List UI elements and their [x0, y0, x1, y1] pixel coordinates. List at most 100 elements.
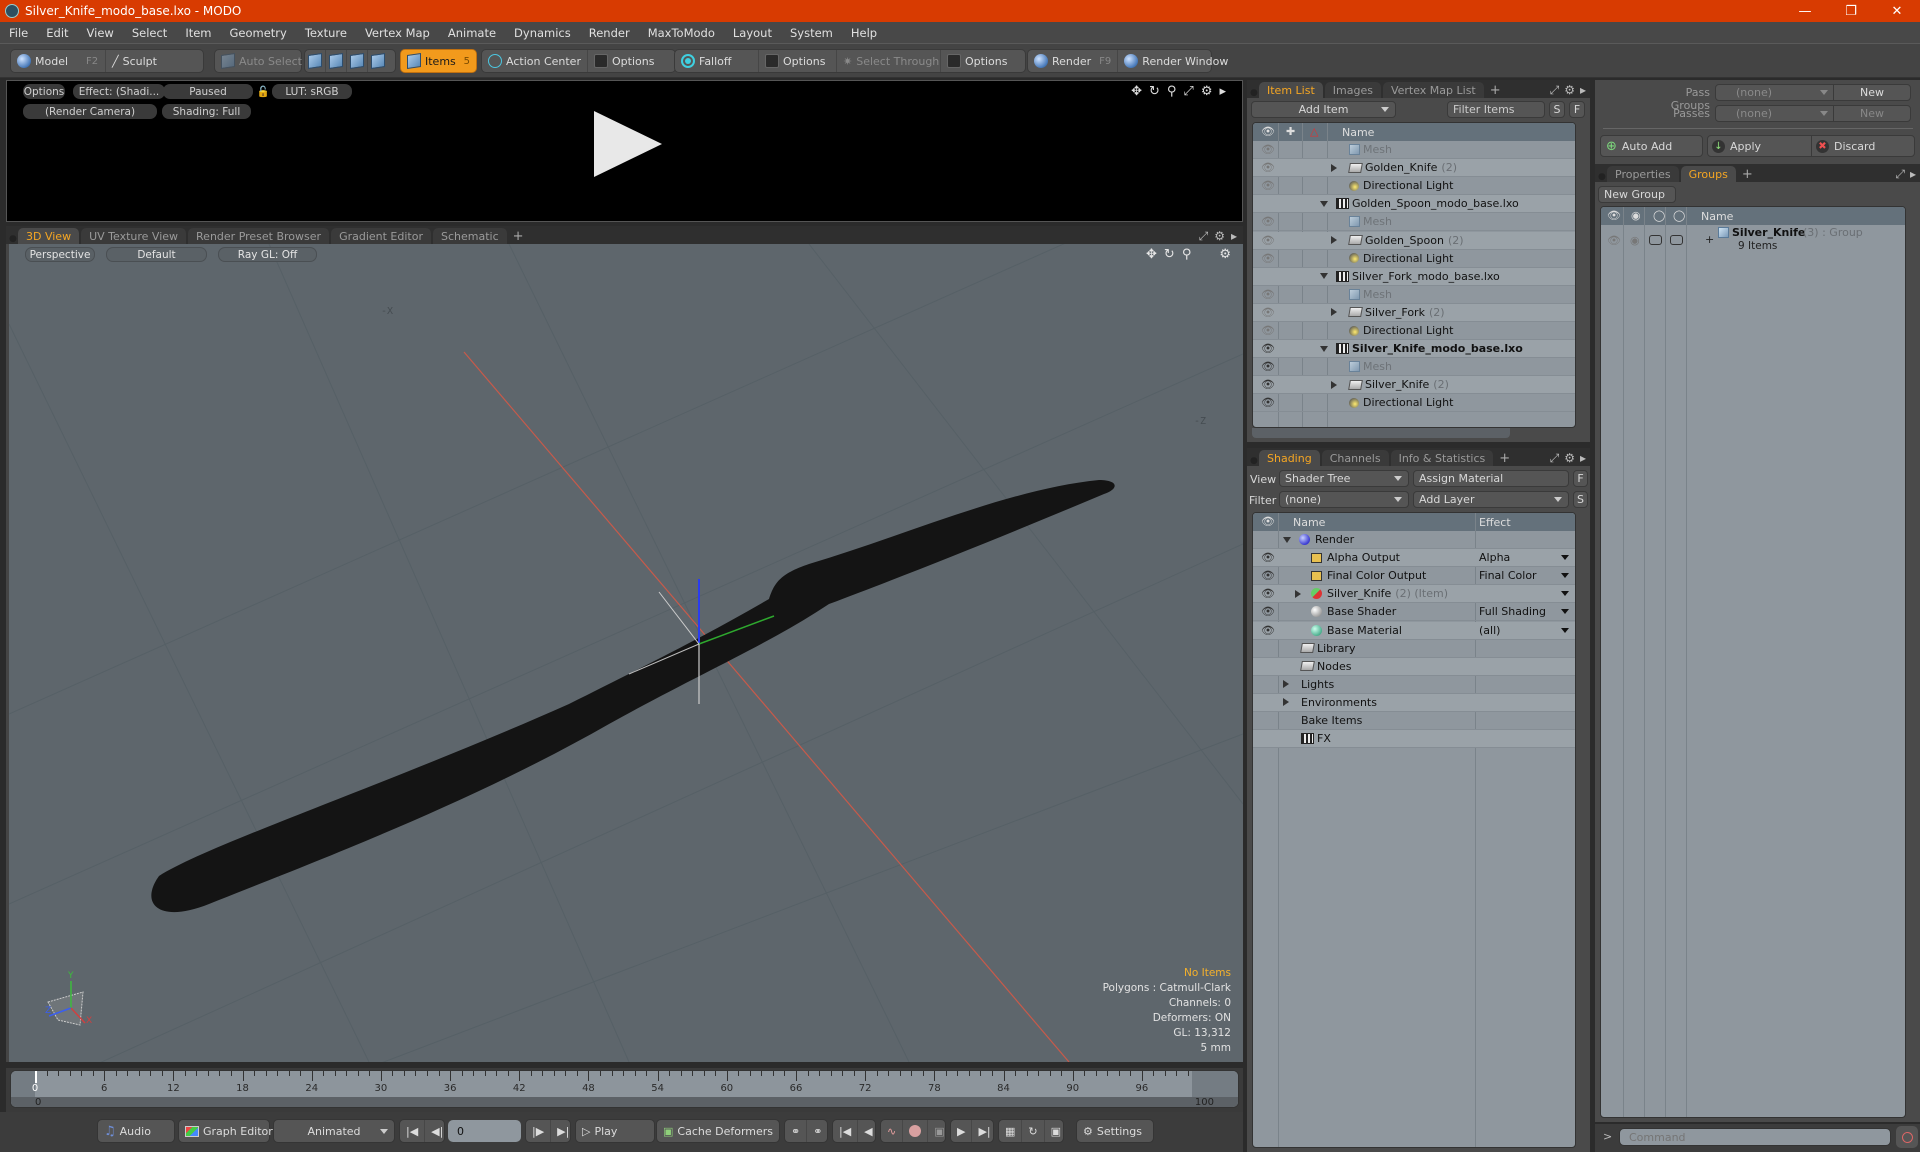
- panel-menu-icon[interactable]: ▸: [1219, 84, 1226, 99]
- select-column-icon[interactable]: ◯: [1673, 209, 1685, 222]
- menu-maxtomodo[interactable]: MaxToModo: [639, 26, 724, 40]
- shader-tree-row[interactable]: 👁 Base Material (all): [1253, 621, 1575, 640]
- lock-icon[interactable]: 🔓: [255, 84, 271, 99]
- gear-icon[interactable]: ⚙: [1201, 84, 1213, 99]
- passes-dropdown[interactable]: (none) New: [1715, 105, 1911, 122]
- effect-value[interactable]: Full Shading: [1479, 605, 1546, 618]
- action-center-button[interactable]: Action Center: [482, 50, 588, 72]
- render-window-button[interactable]: Render Window: [1118, 50, 1234, 72]
- item-list-row[interactable]: 👁 Silver_Knife_modo_base.lxo: [1253, 340, 1575, 359]
- menu-help[interactable]: Help: [842, 26, 886, 40]
- panel-menu-icon[interactable]: ▸: [1580, 451, 1586, 466]
- axis-column-icon[interactable]: △: [1310, 125, 1318, 138]
- shading-mode-dropdown[interactable]: Default: [106, 247, 207, 262]
- visibility-eye-icon[interactable]: 👁: [1261, 161, 1275, 174]
- play-button[interactable]: ▷ Play: [576, 1120, 623, 1142]
- next-key-button[interactable]: |▶: [526, 1120, 552, 1142]
- select-through-button[interactable]: ✷ Select Through: [837, 50, 941, 72]
- tab-uv-texture-view[interactable]: UV Texture View: [81, 228, 187, 244]
- raygl-toggle[interactable]: Ray GL: Off: [218, 247, 317, 262]
- effect-dropdown-arrow-icon[interactable]: [1561, 627, 1569, 633]
- new-pass-group-button[interactable]: New: [1833, 85, 1910, 100]
- effect-dropdown-arrow-icon[interactable]: [1561, 609, 1569, 615]
- go-to-end-button[interactable]: ▶|: [551, 1120, 575, 1142]
- paused-toggle[interactable]: Paused: [163, 84, 253, 99]
- add-tab-button[interactable]: +: [1486, 83, 1505, 98]
- add-layer-dropdown[interactable]: Add Layer: [1413, 491, 1569, 508]
- visibility-column-icon[interactable]: 👁: [1261, 515, 1275, 528]
- minimize-button[interactable]: —: [1782, 0, 1828, 22]
- menu-animate[interactable]: Animate: [439, 26, 505, 40]
- go-to-start-button[interactable]: |◀: [400, 1120, 426, 1142]
- falloff-options-button[interactable]: Options: [759, 50, 837, 72]
- panel-menu-icon[interactable]: ▸: [1910, 167, 1916, 182]
- visibility-eye-icon[interactable]: 👁: [1261, 342, 1275, 355]
- name-column-header[interactable]: Name: [1701, 210, 1733, 223]
- effect-dropdown-arrow-icon[interactable]: [1561, 555, 1569, 561]
- tab-render-preset-browser[interactable]: Render Preset Browser: [188, 228, 330, 244]
- filter-s-button[interactable]: S: [1549, 101, 1565, 118]
- visibility-eye-icon[interactable]: 👁: [1261, 324, 1275, 337]
- restore-button[interactable]: ❐: [1828, 0, 1874, 22]
- view-mode-dropdown[interactable]: Perspective: [25, 247, 95, 262]
- tab-gradient-editor[interactable]: Gradient Editor: [331, 228, 431, 244]
- select-through-options-button[interactable]: Options: [941, 50, 1013, 72]
- menu-file[interactable]: File: [0, 26, 37, 40]
- menu-dynamics[interactable]: Dynamics: [505, 26, 580, 40]
- visibility-eye-icon[interactable]: 👁: [1261, 179, 1275, 192]
- collapse-arrow-icon[interactable]: [1283, 536, 1291, 543]
- add-tab-button[interactable]: +: [509, 229, 528, 244]
- visibility-eye-icon[interactable]: 👁: [1261, 624, 1275, 637]
- collapse-arrow-icon[interactable]: [1320, 345, 1328, 352]
- filter-f-button[interactable]: F: [1569, 101, 1585, 118]
- tab-vertex-map-list[interactable]: Vertex Map List: [1382, 82, 1484, 98]
- falloff-button[interactable]: Falloff: [675, 50, 759, 72]
- camera-dropdown[interactable]: (Render Camera): [23, 104, 157, 119]
- item-list-row[interactable]: 👁 Mesh: [1253, 213, 1575, 232]
- item-list-row[interactable]: 👁 Golden_Spoon (2): [1253, 231, 1575, 250]
- menu-layout[interactable]: Layout: [724, 26, 781, 40]
- shader-tree-row[interactable]: Nodes: [1253, 657, 1575, 676]
- maximize-icon[interactable]: ⤢: [1199, 229, 1209, 244]
- prev-key-button[interactable]: ◀: [858, 1120, 878, 1142]
- maximize-icon[interactable]: ⤢: [1550, 83, 1560, 98]
- command-record-button[interactable]: [1896, 1126, 1918, 1148]
- visibility-eye-icon[interactable]: 👁: [1261, 587, 1275, 600]
- materials-mode-button[interactable]: [368, 50, 388, 72]
- vertices-mode-button[interactable]: [305, 50, 326, 72]
- tab-info-statistics[interactable]: Info & Statistics: [1390, 450, 1494, 466]
- collapse-arrow-icon[interactable]: [1320, 200, 1328, 207]
- panel-menu-icon[interactable]: ▸: [1580, 83, 1586, 98]
- item-list-scrollbar[interactable]: [1252, 428, 1510, 438]
- visibility-eye-icon[interactable]: 👁: [1261, 605, 1275, 618]
- shader-tree-row[interactable]: 👁 Base Shader Full Shading: [1253, 603, 1575, 622]
- maximize-icon[interactable]: ⤢: [1183, 84, 1193, 99]
- item-list-row[interactable]: 👁 Golden_Knife (2): [1253, 159, 1575, 178]
- new-pass-button[interactable]: New: [1833, 106, 1910, 121]
- expand-arrow-icon[interactable]: [1331, 163, 1337, 172]
- menu-view[interactable]: View: [78, 26, 123, 40]
- zoom-icon[interactable]: ⚲: [1167, 84, 1177, 99]
- shader-tree-row[interactable]: 👁 Silver_Knife (2) (Item): [1253, 585, 1575, 604]
- gear-icon[interactable]: ⚙: [1564, 83, 1575, 98]
- shader-tree-row[interactable]: Lights: [1253, 676, 1575, 694]
- visibility-column-icon[interactable]: 👁: [1607, 209, 1621, 222]
- first-key-button[interactable]: |◀: [833, 1120, 859, 1142]
- visibility-eye-icon[interactable]: 👁: [1261, 551, 1275, 564]
- pan-icon[interactable]: ✥: [1146, 247, 1157, 262]
- auto-key-button[interactable]: ∿: [881, 1120, 904, 1142]
- preview-options-button[interactable]: Options: [23, 84, 65, 99]
- last-key-button[interactable]: ▶|: [972, 1120, 996, 1142]
- command-input[interactable]: [1619, 1128, 1891, 1146]
- effect-dropdown-arrow-icon[interactable]: [1561, 573, 1569, 579]
- gear-icon[interactable]: ⚙: [1564, 451, 1575, 466]
- effect-dropdown-arrow-icon[interactable]: [1561, 591, 1569, 597]
- shader-tree-row[interactable]: Library: [1253, 640, 1575, 658]
- effect-value[interactable]: (all): [1479, 624, 1500, 637]
- item-list-row[interactable]: 👁 Mesh: [1253, 141, 1575, 159]
- audio-button[interactable]: ♫ Audio: [98, 1120, 157, 1142]
- group-row[interactable]: 👁 ◉ + Silver_Knife (3) : Group 9 Items: [1601, 225, 1905, 257]
- close-button[interactable]: ✕: [1874, 0, 1920, 22]
- filter-dropdown[interactable]: (none): [1279, 491, 1409, 508]
- item-list-row[interactable]: 👁 Mesh: [1253, 286, 1575, 304]
